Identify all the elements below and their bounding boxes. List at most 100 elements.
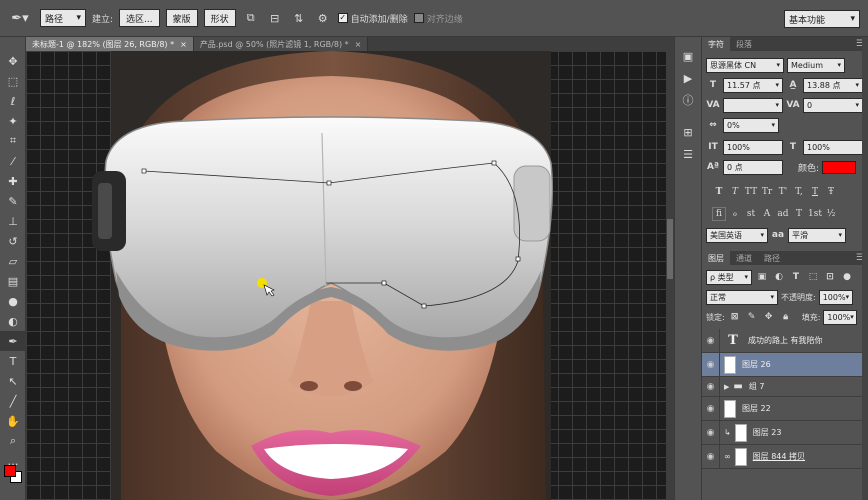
type-tool-icon[interactable]: T (0, 351, 26, 371)
layer-row[interactable]: ◉ 图层 26 (702, 352, 868, 377)
zoom-tool-icon[interactable]: ⌕ (0, 431, 26, 451)
lasso-tool-icon[interactable]: ℓ (0, 91, 26, 111)
tab-character[interactable]: 字符 (702, 37, 730, 51)
filter-shape-icon[interactable]: ⬚ (806, 270, 820, 284)
fill-field[interactable]: 100% (823, 309, 858, 325)
pen-tool-preset-icon[interactable]: ✒▾ (6, 7, 34, 29)
align-edges-checkbox[interactable]: 对齐边缘 (413, 12, 463, 25)
path-anchor[interactable] (515, 256, 521, 262)
tab-paragraph[interactable]: 段落 (730, 37, 758, 51)
workspace-select[interactable]: 基本功能 ▾ (784, 10, 860, 28)
clone-stamp-tool-icon[interactable]: ⊥ (0, 211, 26, 231)
properties-panel-icon[interactable]: ☰ (675, 143, 701, 165)
all-caps-button[interactable]: TT (744, 185, 758, 199)
path-operations-icon[interactable]: ⧉ (242, 9, 260, 27)
gear-icon[interactable]: ⚙ (314, 9, 332, 27)
path-anchor[interactable] (326, 180, 332, 186)
lock-position-icon[interactable]: ✥ (762, 310, 776, 324)
stylistic-alternates-button[interactable]: ad (776, 207, 790, 221)
faux-bold-button[interactable]: T (712, 185, 726, 199)
actions-panel-icon[interactable]: ▶ (675, 67, 701, 89)
eyedropper-tool-icon[interactable]: ⁄ (0, 151, 26, 171)
layer-row[interactable]: ◉ T 成功的路上 有我陪你 (702, 328, 868, 353)
language-select[interactable]: 美国英语 (706, 227, 768, 243)
path-arrangement-icon[interactable]: ⇅ (290, 9, 308, 27)
path-selection-tool-icon[interactable]: ↖ (0, 371, 26, 391)
path-anchor[interactable] (491, 160, 497, 166)
underline-button[interactable]: T (808, 185, 822, 199)
document-canvas[interactable] (26, 51, 666, 500)
layer-row[interactable]: ◉ 图层 22 (702, 396, 868, 421)
lock-image-icon[interactable]: ✎ (745, 310, 759, 324)
filter-toggle-icon[interactable]: ● (840, 270, 854, 284)
filter-adjustment-icon[interactable]: ◐ (772, 270, 786, 284)
auto-add-delete-checkbox[interactable]: ✓ 自动添加/删除 (337, 12, 408, 25)
eye-icon[interactable]: ◉ (702, 444, 720, 469)
path-anchor[interactable] (141, 168, 147, 174)
leading-field[interactable]: 13.88 点 (803, 77, 863, 93)
close-icon[interactable]: × (355, 40, 362, 49)
superscript-button[interactable]: T' (776, 185, 790, 199)
horizontal-scale-field[interactable]: 100% (803, 139, 863, 155)
make-mask-button[interactable]: 蒙版 (165, 9, 198, 27)
path-anchor[interactable] (421, 303, 427, 309)
vertical-scale-field[interactable]: 100% (723, 139, 783, 155)
text-color-swatch[interactable] (822, 160, 857, 174)
make-shape-button[interactable]: 形状 (203, 9, 236, 27)
history-panel-icon[interactable]: ▣ (675, 45, 701, 67)
brush-tool-icon[interactable]: ✎ (0, 191, 26, 211)
tracking-field[interactable]: 0 (803, 97, 863, 113)
eye-icon[interactable]: ◉ (702, 420, 720, 445)
scrollbar-thumb[interactable] (667, 219, 673, 279)
panels-scrollbar[interactable] (862, 37, 868, 500)
font-family-select[interactable]: 思源黑体 CN (706, 57, 784, 73)
magic-wand-tool-icon[interactable]: ✦ (0, 111, 26, 131)
healing-brush-tool-icon[interactable]: ✚ (0, 171, 26, 191)
path-anchor[interactable] (381, 280, 387, 286)
layer-row[interactable]: ◉ ↳ 图层 23 (702, 420, 868, 445)
marquee-tool-icon[interactable]: ⬚ (0, 71, 26, 91)
close-icon[interactable]: × (180, 40, 187, 49)
discretionary-ligatures-button[interactable]: st (744, 207, 758, 221)
tab-untitled-1[interactable]: 未标题-1 @ 182% (图层 26, RGB/8) * × (26, 37, 194, 51)
tsume-field[interactable]: 0% (723, 117, 779, 133)
foreground-color-swatch[interactable] (4, 465, 16, 477)
eye-icon[interactable]: ◉ (702, 396, 720, 421)
antialias-select[interactable]: 平滑 (788, 227, 846, 243)
titling-alternates-button[interactable]: T (792, 207, 806, 221)
filter-type-icon[interactable]: T (789, 270, 803, 284)
filter-pixel-icon[interactable]: ▣ (755, 270, 769, 284)
tab-channels[interactable]: 通道 (730, 251, 758, 265)
font-style-select[interactable]: Medium (787, 57, 845, 73)
opacity-field[interactable]: 100% (818, 289, 853, 305)
info-panel-icon[interactable]: ⓘ (675, 89, 701, 111)
layer-row[interactable]: ◉ ▶ ▬ 组 7 (702, 376, 868, 397)
strikethrough-button[interactable]: Ŧ (824, 185, 838, 199)
ligatures-button[interactable]: fi (712, 207, 726, 221)
crop-tool-icon[interactable]: ⌗ (0, 131, 26, 151)
pen-tool-icon[interactable]: ✒ (0, 331, 26, 351)
line-tool-icon[interactable]: ╱ (0, 391, 26, 411)
canvas-vertical-scrollbar[interactable] (666, 51, 674, 500)
path-mode-select[interactable]: 路径 ▾ (40, 9, 86, 27)
filter-smart-object-icon[interactable]: ⊡ (823, 270, 837, 284)
eye-icon[interactable]: ◉ (702, 352, 720, 377)
eye-icon[interactable]: ◉ (702, 376, 720, 397)
lock-all-icon[interactable]: 🔒︎ (779, 310, 793, 324)
blur-tool-icon[interactable]: ● (0, 291, 26, 311)
hand-tool-icon[interactable]: ✋ (0, 411, 26, 431)
eraser-tool-icon[interactable]: ▱ (0, 251, 26, 271)
faux-italic-button[interactable]: T (728, 185, 742, 199)
gradient-tool-icon[interactable]: ▤ (0, 271, 26, 291)
font-size-field[interactable]: 11.57 点 (723, 77, 783, 93)
small-caps-button[interactable]: Tr (760, 185, 774, 199)
kerning-field[interactable] (723, 97, 783, 113)
fractions-button[interactable]: ½ (824, 207, 838, 221)
make-selection-button[interactable]: 选区... (119, 9, 160, 27)
expand-arrow-icon[interactable]: ▶ (724, 383, 729, 391)
move-tool-icon[interactable]: ✥ (0, 51, 26, 71)
lock-transparent-icon[interactable]: ⊠ (728, 310, 742, 324)
history-brush-tool-icon[interactable]: ↺ (0, 231, 26, 251)
baseline-shift-field[interactable]: 0 点 (723, 159, 783, 175)
blend-mode-select[interactable]: 正常 (706, 289, 778, 305)
